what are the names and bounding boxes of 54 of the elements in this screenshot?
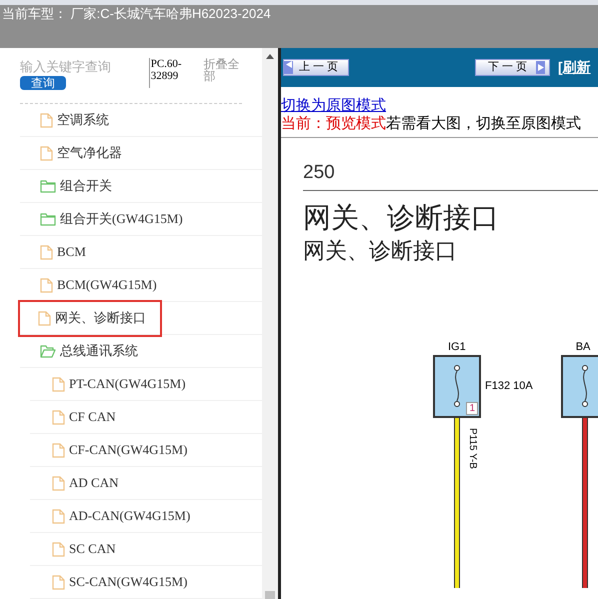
file-icon	[40, 146, 53, 160]
tree-item[interactable]: PT-CAN(GW4G15M)	[52, 368, 186, 400]
tree-item[interactable]: 总线通讯系统	[40, 334, 138, 368]
diagram-subtitle: 网关、诊断接口	[303, 237, 457, 265]
wire-label: P115 Y-B	[466, 428, 478, 469]
file-icon	[52, 574, 65, 590]
tree-item[interactable]: 组合开关(GW4G15M)	[40, 202, 183, 236]
tree-item[interactable]: 网关、诊断接口	[20, 302, 160, 334]
fuse-name: F132 10A	[485, 379, 533, 394]
pin-number: 1	[466, 402, 478, 415]
file-icon	[52, 376, 65, 392]
file-icon	[40, 244, 53, 260]
file-icon	[40, 278, 53, 292]
fuse-label: BA	[576, 341, 590, 353]
diagram-title: 网关、诊断接口	[303, 201, 499, 235]
file-icon	[52, 442, 65, 458]
tree-item[interactable]: 空气净化器	[40, 136, 122, 170]
file-icon	[38, 310, 51, 326]
file-icon	[52, 508, 65, 524]
file-icon	[52, 542, 65, 556]
original-mode-link[interactable]: 切换为原图模式	[281, 97, 386, 115]
prev-page-button[interactable]: 上一页	[283, 59, 349, 76]
page-number: 250	[303, 162, 335, 184]
folder-icon	[40, 212, 56, 226]
fuse-label: IG1	[448, 341, 466, 353]
file-icon	[52, 410, 65, 424]
vehicle-title: 当前车型： 厂家:C-长城汽车哈弗H62023-2024	[1, 5, 272, 23]
mode-status: 当前：预览模式	[281, 115, 386, 133]
tree-item[interactable]: 空调系统	[40, 104, 109, 136]
code-text: PC.60-32899	[148, 58, 204, 88]
tree-item[interactable]: 组合开关	[40, 170, 112, 202]
file-icon	[40, 112, 53, 128]
tree-item[interactable]: BCM	[40, 236, 86, 268]
tree-item[interactable]: AD-CAN(GW4G15M)	[52, 500, 190, 532]
fuse-icon	[452, 365, 462, 407]
next-page-button[interactable]: 下一页	[475, 59, 550, 76]
tree-item[interactable]: BCM(GW4G15M)	[40, 268, 157, 302]
folder-icon	[40, 180, 56, 192]
file-icon	[52, 476, 65, 490]
tree-item[interactable]: CF CAN	[52, 400, 116, 434]
scrollbar[interactable]	[262, 48, 278, 599]
fuse-icon	[580, 365, 590, 407]
mode-hint: 若需看大图，切换至原图模式	[386, 115, 581, 133]
refresh-link[interactable]: [刷新	[558, 57, 591, 78]
scroll-up-icon[interactable]	[266, 54, 274, 59]
tree-item[interactable]: SC-CAN(GW4G15M)	[52, 566, 188, 598]
search-field[interactable]: 输入关键字查询	[20, 58, 140, 76]
tree-item[interactable]: SC CAN	[52, 532, 116, 566]
tree-item[interactable]: CF-CAN(GW4G15M)	[52, 434, 188, 466]
tree-item[interactable]: AD CAN	[52, 466, 118, 500]
open-folder-icon	[40, 344, 56, 358]
search-button[interactable]: 查询	[20, 76, 66, 90]
scroll-thumb[interactable]	[265, 591, 275, 599]
right-arrow-icon	[536, 61, 545, 74]
